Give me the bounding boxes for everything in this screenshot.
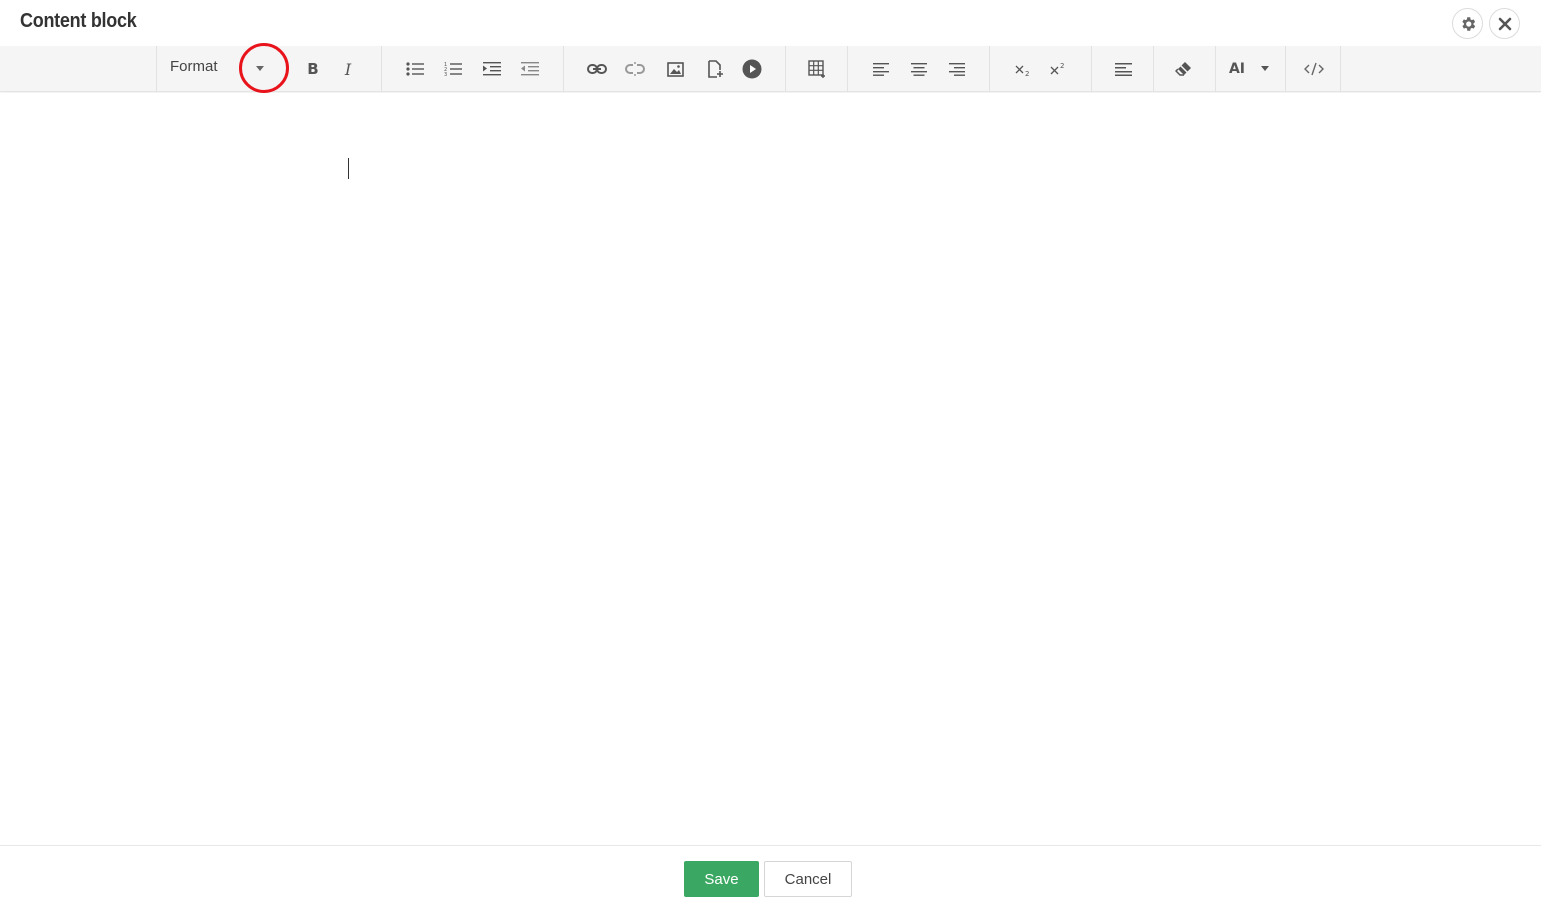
- superscript-icon: 2: [1050, 62, 1064, 75]
- toolbar-separator: [563, 46, 564, 92]
- numbered-list-icon: 1 2 3: [444, 62, 462, 77]
- toolbar-separator: [1153, 46, 1154, 92]
- close-icon: [1498, 17, 1511, 30]
- bulleted-list-button[interactable]: [402, 57, 428, 81]
- svg-text:3: 3: [444, 72, 447, 77]
- align-center-icon: [911, 63, 927, 76]
- indent-button[interactable]: [479, 57, 505, 81]
- text-caret: [348, 158, 349, 179]
- toolbar-separator: [1091, 46, 1092, 92]
- caret-down-icon: [1261, 66, 1269, 71]
- align-left-button[interactable]: [868, 57, 894, 81]
- align-right-icon: [949, 63, 965, 76]
- paragraph-align-icon: [1114, 63, 1132, 76]
- clear-formatting-button[interactable]: [1171, 57, 1197, 81]
- align-right-button[interactable]: [944, 57, 970, 81]
- unlink-icon: [625, 62, 645, 76]
- toolbar-separator: [156, 46, 157, 92]
- outdent-icon: [521, 62, 539, 76]
- toolbar-separator: [381, 46, 382, 92]
- italic-button[interactable]: I: [335, 57, 361, 81]
- insert-table-button[interactable]: [804, 57, 830, 81]
- subscript-icon: 2: [1015, 65, 1029, 77]
- indent-icon: [483, 62, 501, 76]
- unlink-button[interactable]: [622, 57, 648, 81]
- link-icon: [587, 64, 607, 74]
- paragraph-format-button[interactable]: [1110, 57, 1136, 81]
- modal-header: Content block: [0, 0, 1541, 46]
- ai-assistant-button[interactable]: AI: [1224, 57, 1250, 81]
- image-icon: [666, 61, 684, 77]
- content-editor[interactable]: [0, 93, 1541, 845]
- modal-title: Content block: [20, 10, 137, 32]
- align-left-icon: [873, 63, 889, 76]
- gear-icon: [1461, 16, 1475, 31]
- cancel-button[interactable]: Cancel: [764, 861, 852, 897]
- superscript-button[interactable]: 2: [1045, 57, 1071, 81]
- format-dropdown-button[interactable]: [247, 57, 273, 81]
- toolbar-separator: [1215, 46, 1216, 92]
- bulleted-list-icon: [406, 62, 424, 76]
- ai-dropdown-button[interactable]: [1253, 57, 1277, 81]
- align-center-button[interactable]: [906, 57, 932, 81]
- insert-file-button[interactable]: [702, 57, 728, 81]
- file-add-icon: [707, 60, 723, 78]
- table-icon: [808, 60, 825, 78]
- source-code-button[interactable]: [1301, 57, 1327, 81]
- svg-text:2: 2: [1060, 62, 1064, 70]
- editor-toolbar: B I 1 2 3 2 2 AI: [0, 46, 1541, 92]
- eraser-icon: [1175, 61, 1192, 77]
- save-button[interactable]: Save: [684, 861, 759, 897]
- format-dropdown-label[interactable]: Format: [170, 58, 218, 75]
- toolbar-separator: [1285, 46, 1286, 92]
- insert-link-button[interactable]: [584, 57, 610, 81]
- numbered-list-button[interactable]: 1 2 3: [440, 57, 466, 81]
- insert-image-button[interactable]: [662, 57, 688, 81]
- caret-down-icon: [256, 66, 264, 71]
- toolbar-separator: [785, 46, 786, 92]
- toolbar-separator: [1340, 46, 1341, 92]
- toolbar-separator: [989, 46, 990, 92]
- settings-button[interactable]: [1452, 8, 1483, 39]
- outdent-button[interactable]: [517, 57, 543, 81]
- subscript-button[interactable]: 2: [1010, 57, 1036, 81]
- toolbar-separator: [847, 46, 848, 92]
- play-circle-icon: [742, 59, 762, 79]
- bold-button[interactable]: B: [300, 57, 326, 81]
- svg-text:2: 2: [1025, 70, 1029, 77]
- close-button[interactable]: [1489, 8, 1520, 39]
- insert-video-button[interactable]: [739, 57, 765, 81]
- code-icon: [1304, 62, 1324, 76]
